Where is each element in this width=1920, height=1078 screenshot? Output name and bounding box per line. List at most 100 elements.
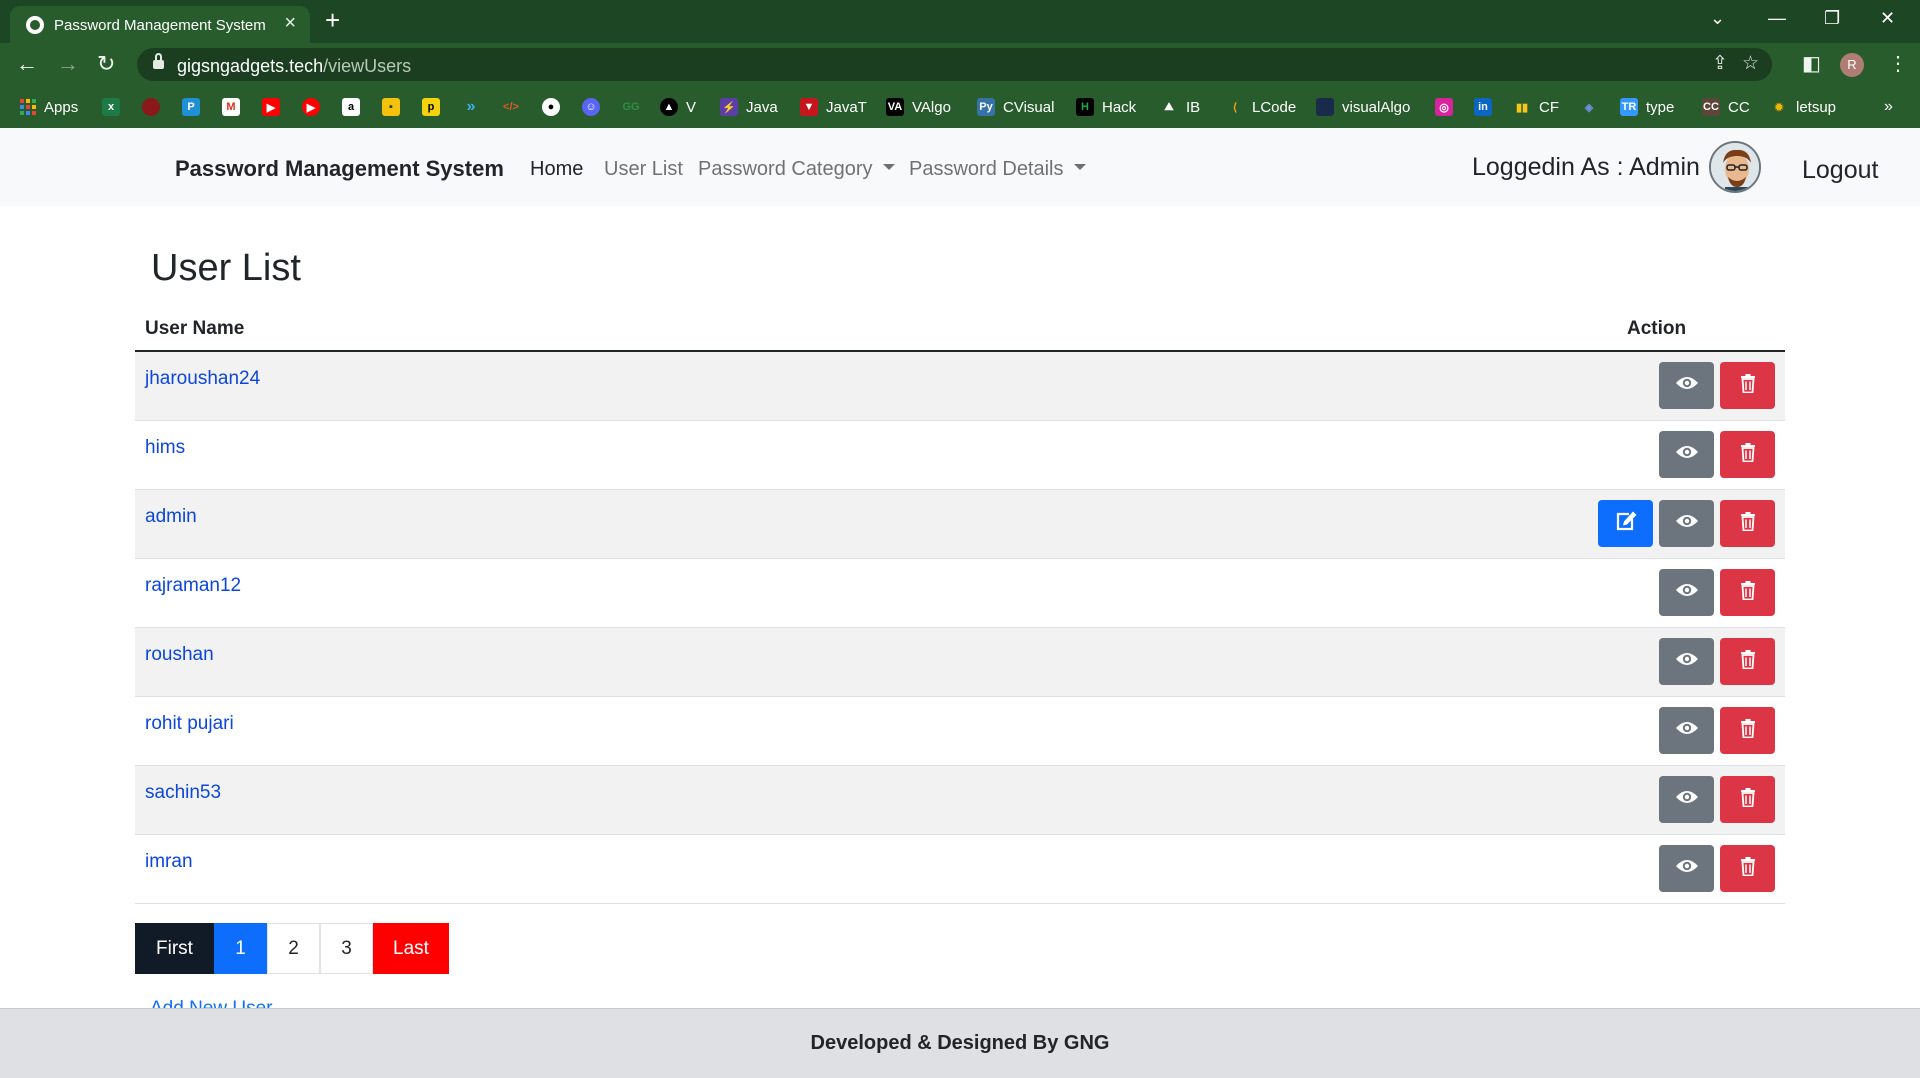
bookmark-lcode[interactable]: ⟨ LCode bbox=[1226, 97, 1296, 117]
bookmark-gmail[interactable]: M bbox=[222, 97, 240, 117]
bookmark-valgo[interactable]: VA VAlgo bbox=[886, 97, 951, 117]
view-button[interactable] bbox=[1659, 845, 1714, 892]
nav-password-category[interactable]: Password Category bbox=[698, 158, 895, 181]
view-button[interactable] bbox=[1659, 500, 1714, 547]
bookmark-apps[interactable]: Apps bbox=[20, 97, 78, 117]
column-user-name: User Name bbox=[145, 318, 245, 339]
side-panel-icon[interactable]: ◧ bbox=[1802, 52, 1821, 76]
bookmark-code[interactable]: </> bbox=[502, 97, 520, 117]
bookmark-linkedin[interactable]: in bbox=[1474, 97, 1492, 117]
restore-icon[interactable]: ❐ bbox=[1824, 6, 1840, 30]
star-icon[interactable]: ☆ bbox=[1742, 53, 1759, 75]
bookmark-p[interactable]: p bbox=[422, 97, 440, 117]
delete-button[interactable] bbox=[1720, 707, 1775, 754]
avatar[interactable] bbox=[1709, 141, 1761, 193]
discord-icon: ☺ bbox=[582, 98, 600, 116]
bookmark-keep[interactable]: ▪ bbox=[382, 97, 400, 117]
delete-button[interactable] bbox=[1720, 776, 1775, 823]
url-text[interactable]: gigsngadgets.tech/viewUsers bbox=[177, 56, 411, 77]
bookmark-redhat[interactable] bbox=[142, 97, 160, 117]
gmail-icon: M bbox=[222, 98, 240, 116]
close-tab-icon[interactable]: × bbox=[284, 13, 296, 33]
tab-title: Password Management System bbox=[54, 17, 266, 34]
view-button[interactable] bbox=[1659, 776, 1714, 823]
page-2[interactable]: 2 bbox=[267, 923, 320, 974]
user-name-link[interactable]: sachin53 bbox=[145, 782, 221, 804]
profile-avatar[interactable]: R bbox=[1840, 53, 1864, 77]
more-menu-icon[interactable]: ⋮ bbox=[1888, 52, 1908, 76]
view-button[interactable] bbox=[1659, 431, 1714, 478]
close-window-icon[interactable]: ✕ bbox=[1880, 6, 1895, 30]
bookmark-letsup[interactable]: ✹ letsup bbox=[1770, 97, 1836, 117]
page-3[interactable]: 3 bbox=[320, 923, 373, 974]
user-table: User Name Action jharoushan24 hims admin ra… bbox=[135, 310, 1785, 904]
delete-button[interactable] bbox=[1720, 638, 1775, 685]
bookmark-cvisual[interactable]: Py CVisual bbox=[977, 97, 1054, 117]
youtube-icon: ▶ bbox=[262, 98, 280, 116]
bookmark-ib[interactable]: ⛰ IB bbox=[1160, 97, 1200, 117]
user-name-link[interactable]: admin bbox=[145, 506, 197, 528]
view-button[interactable] bbox=[1659, 362, 1714, 409]
bookmark-discord[interactable]: ☺ bbox=[582, 97, 600, 117]
brand-link[interactable]: Password Management System bbox=[175, 156, 504, 182]
edit-button[interactable] bbox=[1598, 500, 1653, 547]
page-first[interactable]: First bbox=[135, 923, 214, 974]
page-last[interactable]: Last bbox=[373, 923, 449, 974]
share-icon[interactable]: ⇪ bbox=[1712, 53, 1728, 75]
minimize-icon[interactable]: — bbox=[1768, 6, 1786, 30]
nav-home[interactable]: Home bbox=[530, 158, 583, 181]
bookmark-github[interactable]: ● bbox=[542, 97, 560, 117]
delete-button[interactable] bbox=[1720, 500, 1775, 547]
bookmark-amazon[interactable]: a bbox=[342, 97, 360, 117]
bookmark-type[interactable]: TR type bbox=[1620, 97, 1674, 117]
bookmark-javat[interactable]: ▼ JavaT bbox=[800, 97, 867, 117]
nav-password-details[interactable]: Password Details bbox=[909, 158, 1086, 181]
table-row: admin bbox=[135, 490, 1785, 559]
bookmark-gfg[interactable]: GG bbox=[622, 97, 640, 117]
trash-icon bbox=[1740, 787, 1756, 812]
bookmark-cc[interactable]: CC CC bbox=[1702, 97, 1750, 117]
bookmark-v[interactable]: ▲ V bbox=[660, 97, 696, 117]
row-actions bbox=[1659, 776, 1775, 823]
page-1[interactable]: 1 bbox=[214, 923, 267, 974]
logout-link[interactable]: Logout bbox=[1802, 156, 1878, 185]
view-button[interactable] bbox=[1659, 707, 1714, 754]
forward-icon[interactable]: → bbox=[57, 51, 79, 77]
bookmark-java[interactable]: ⚡ Java bbox=[720, 97, 778, 117]
delete-button[interactable] bbox=[1720, 431, 1775, 478]
user-name-link[interactable]: roushan bbox=[145, 644, 214, 666]
java-icon: ⚡ bbox=[720, 98, 738, 116]
nav-user-list[interactable]: User List bbox=[604, 158, 683, 181]
user-name-link[interactable]: imran bbox=[145, 851, 193, 873]
bookmark-visualalgo[interactable]: visualAlgo bbox=[1316, 97, 1410, 117]
bookmark-pwa[interactable]: P bbox=[182, 97, 200, 117]
view-button[interactable] bbox=[1659, 638, 1714, 685]
bookmark-youtube[interactable]: ▶ bbox=[262, 97, 280, 117]
more-bookmarks-icon[interactable]: » bbox=[1884, 97, 1893, 117]
address-bar[interactable]: gigsngadgets.tech/viewUsers ⇪ ☆ bbox=[137, 48, 1772, 81]
user-name-link[interactable]: rohit pujari bbox=[145, 713, 234, 735]
delete-button[interactable] bbox=[1720, 569, 1775, 616]
user-name-link[interactable]: hims bbox=[145, 437, 185, 459]
bookmark-excel[interactable]: x bbox=[102, 97, 120, 117]
bookmark-cf[interactable]: ▮▮ CF bbox=[1513, 97, 1559, 117]
bookmark-hack[interactable]: H Hack bbox=[1076, 97, 1136, 117]
browser-tab[interactable]: Password Management System × bbox=[10, 6, 310, 43]
user-name-link[interactable]: rajraman12 bbox=[145, 575, 241, 597]
table-body: jharoushan24 hims admin rajraman12 roushan ro… bbox=[135, 352, 1785, 904]
delete-button[interactable] bbox=[1720, 845, 1775, 892]
bookmark-vscode[interactable]: » bbox=[462, 97, 480, 117]
new-tab-icon[interactable]: + bbox=[325, 7, 340, 33]
user-name-link[interactable]: jharoushan24 bbox=[145, 368, 260, 390]
delete-button[interactable] bbox=[1720, 362, 1775, 409]
codechef-icon: CC bbox=[1702, 98, 1720, 116]
bookmark-instagram[interactable]: ◎ bbox=[1435, 97, 1453, 117]
interviewbit-icon: ⛰ bbox=[1164, 100, 1174, 113]
tab-search-icon[interactable]: ⌄ bbox=[1710, 6, 1725, 30]
code-icon: </> bbox=[503, 101, 519, 113]
reload-icon[interactable]: ↻ bbox=[97, 51, 115, 77]
bookmark-link[interactable]: ◈ bbox=[1580, 97, 1598, 117]
back-icon[interactable]: ← bbox=[16, 51, 38, 77]
bookmark-youtube-music[interactable]: ▶ bbox=[302, 97, 320, 117]
view-button[interactable] bbox=[1659, 569, 1714, 616]
